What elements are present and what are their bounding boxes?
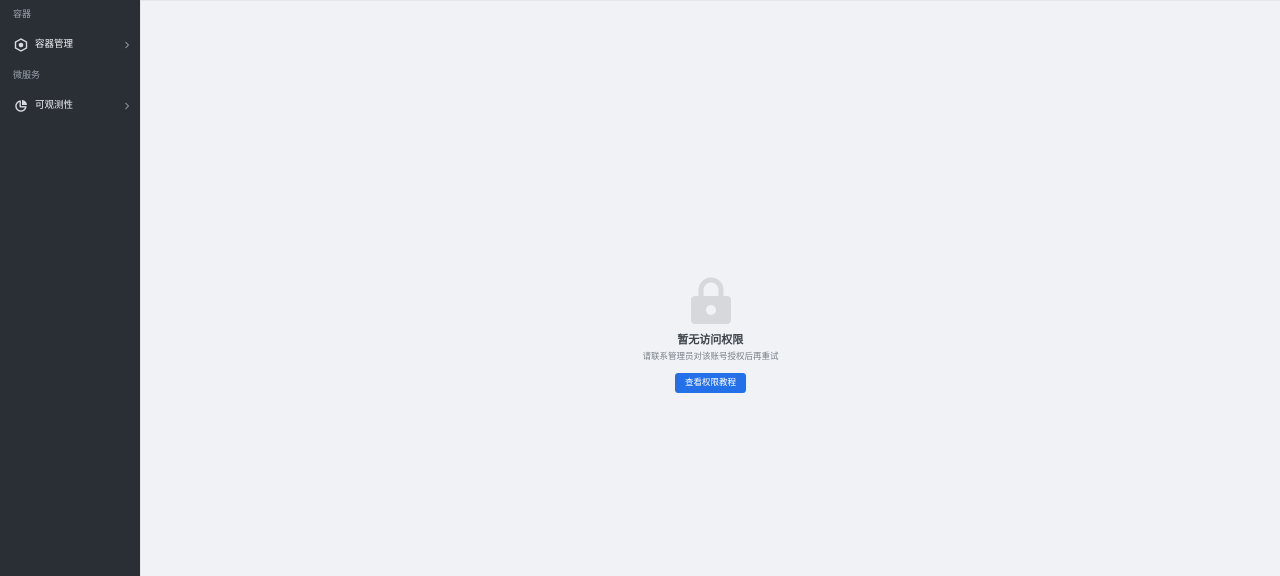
sidebar-item-container-management[interactable]: 容器管理 <box>0 31 140 59</box>
main-content: 暂无访问权限 请联系管理员对该账号授权后再重试 查看权限教程 <box>140 0 1280 576</box>
app-root: 容器 容器管理 微服务 可观测性 暂无访问权限 请联系管理员对该账号授权后再重试… <box>0 0 1280 576</box>
lock-icon <box>689 275 733 325</box>
chevron-right-icon <box>122 101 132 111</box>
view-permission-tutorial-button[interactable]: 查看权限教程 <box>674 373 746 393</box>
container-icon <box>14 38 28 52</box>
sidebar: 容器 容器管理 微服务 可观测性 <box>0 0 140 576</box>
empty-state: 暂无访问权限 请联系管理员对该账号授权后再重试 查看权限教程 <box>141 275 1280 393</box>
empty-state-description: 请联系管理员对该账号授权后再重试 <box>642 352 779 362</box>
chevron-right-icon <box>122 40 132 50</box>
empty-state-title: 暂无访问权限 <box>677 333 744 346</box>
sidebar-group-title-microservice: 微服务 <box>13 71 41 81</box>
sidebar-item-observability[interactable]: 可观测性 <box>0 92 140 120</box>
sidebar-item-label: 容器管理 <box>35 39 74 50</box>
sidebar-group-title-container: 容器 <box>13 10 32 20</box>
observability-icon <box>14 99 28 113</box>
sidebar-item-label: 可观测性 <box>35 100 74 111</box>
